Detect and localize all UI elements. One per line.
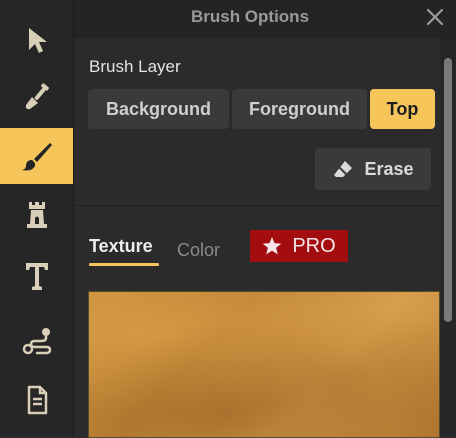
shovel-icon (25, 83, 49, 110)
panel-header: Brush Options (74, 0, 456, 38)
close-icon[interactable] (424, 6, 446, 28)
brush-icon (21, 143, 52, 171)
tab-texture[interactable]: Texture (89, 236, 153, 257)
pro-label: PRO (292, 234, 336, 257)
scrollbar-thumb[interactable] (444, 58, 452, 322)
star-icon (263, 237, 282, 255)
layer-background-button[interactable]: Background (88, 89, 229, 129)
document-icon (27, 385, 47, 415)
pointer-icon (28, 28, 47, 53)
section-divider (74, 205, 440, 206)
erase-label: Erase (364, 158, 414, 179)
panel-title: Brush Options (190, 7, 310, 26)
pro-badge[interactable]: PRO (250, 230, 348, 262)
erase-button[interactable]: Erase (315, 148, 431, 190)
eraser-icon (334, 161, 353, 177)
rail-item-path[interactable] (0, 312, 73, 368)
tool-rail (0, 0, 73, 436)
rail-item-structures[interactable] (0, 186, 73, 242)
tower-icon (26, 202, 47, 228)
text-icon (25, 263, 48, 290)
texture-swatch[interactable] (88, 291, 440, 438)
rail-item-notes[interactable] (0, 372, 73, 428)
tab-texture-indicator (89, 263, 159, 266)
brush-layer-label: Brush Layer (89, 57, 181, 76)
brush-options-panel: Brush Options Brush Layer Background For… (74, 0, 456, 438)
layer-foreground-button[interactable]: Foreground (232, 89, 367, 129)
rail-item-dig[interactable] (0, 70, 73, 126)
layer-top-button[interactable]: Top (370, 89, 435, 129)
rail-item-text[interactable] (0, 248, 73, 304)
rail-item-brush[interactable] (0, 128, 73, 184)
rail-item-select[interactable] (0, 12, 73, 68)
tab-color[interactable]: Color (177, 240, 220, 261)
path-icon (22, 328, 51, 355)
panel-scrollbar[interactable] (440, 38, 456, 436)
